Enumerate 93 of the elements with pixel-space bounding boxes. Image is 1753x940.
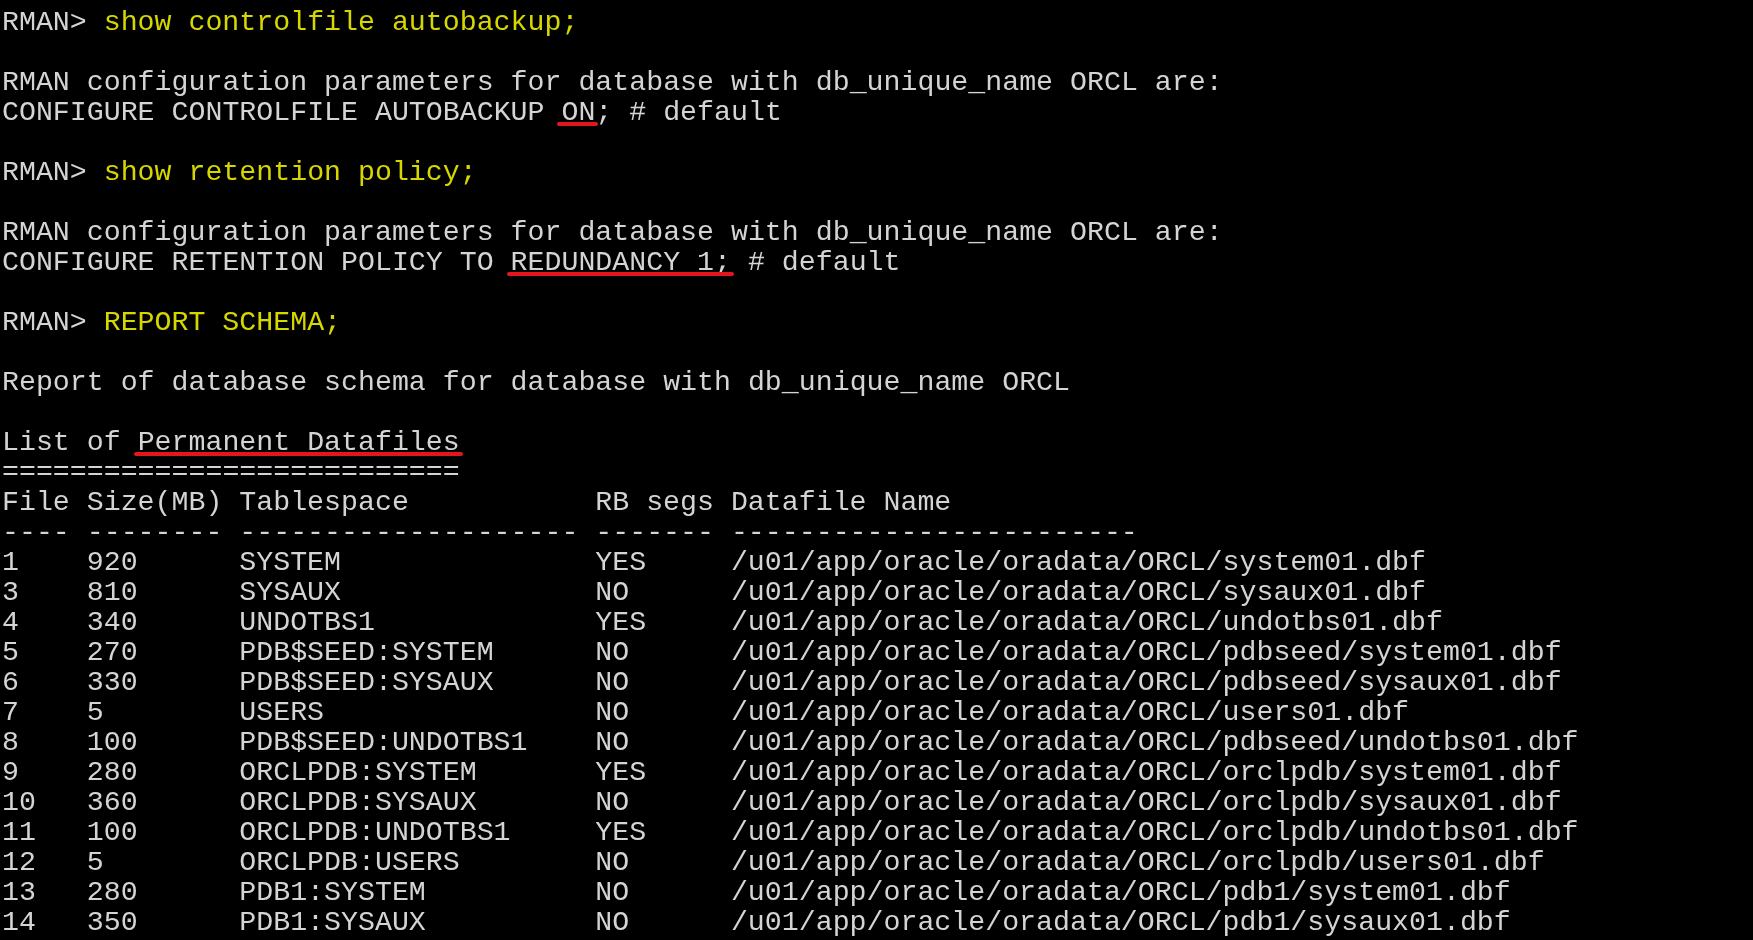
table-cell: PDB1:SYSAUX <box>239 907 426 937</box>
table-cell: 7 <box>2 697 19 727</box>
prompt-text: RMAN> <box>2 7 87 37</box>
table-cell: 9 <box>2 757 19 787</box>
table-cell: NO <box>595 787 630 817</box>
command-text: REPORT SCHEMA; <box>103 307 342 337</box>
table-cell: /u01/app/oracle/oradata/ORCL/users01.dbf <box>730 697 1410 727</box>
table-cell: /u01/app/oracle/oradata/ORCL/orclpdb/undotbs01.dbf <box>730 817 1579 847</box>
output-text: # default <box>746 246 901 278</box>
table-cell: /u01/app/oracle/oradata/ORCL/system01.dbf <box>730 547 1426 577</box>
table-cell: 4 <box>2 607 19 637</box>
table-cell: PDB$SEED:SYSAUX <box>239 667 494 697</box>
table-cell: PDB$SEED:SYSTEM <box>239 637 494 667</box>
table-cell: NO <box>595 877 630 907</box>
column-header: Datafile Name <box>730 487 952 517</box>
table-cell: 13 <box>2 877 36 907</box>
table-cell: 100 <box>86 727 138 757</box>
table-cell: 5 <box>2 637 19 667</box>
dash-rule: ---- <box>2 517 70 547</box>
table-cell: 1 <box>2 547 19 577</box>
table-cell: 360 <box>86 787 138 817</box>
table-cell: 5 <box>86 847 104 877</box>
table-cell: 350 <box>86 907 138 937</box>
table-cell: NO <box>595 697 630 727</box>
table-cell: YES <box>595 817 647 847</box>
table-cell: 270 <box>86 637 138 667</box>
prompt-text: RMAN> <box>2 307 87 337</box>
table-cell: ORCLPDB:SYSAUX <box>239 787 477 817</box>
dash-rule: -------------------- <box>239 517 579 547</box>
table-cell: /u01/app/oracle/oradata/ORCL/undotbs01.dbf <box>730 607 1443 637</box>
table-cell: SYSAUX <box>239 577 342 607</box>
output-text: CONFIGURE RETENTION POLICY TO <box>2 246 495 278</box>
output-text: RMAN configuration parameters for database with db_unique_name ORCL are: <box>2 66 1223 98</box>
table-cell: 280 <box>86 757 138 787</box>
table-cell: 5 <box>86 697 104 727</box>
prompt-text: RMAN> <box>2 157 87 187</box>
table-cell: PDB$SEED:UNDOTBS1 <box>239 727 528 757</box>
output-text: RMAN configuration parameters for database with db_unique_name ORCL are: <box>2 216 1223 248</box>
table-cell: /u01/app/oracle/oradata/ORCL/sysaux01.dbf <box>730 577 1426 607</box>
table-cell: /u01/app/oracle/oradata/ORCL/orclpdb/sysaux01.dbf <box>730 787 1562 817</box>
table-cell: 920 <box>86 547 138 577</box>
table-cell: 340 <box>86 607 138 637</box>
table-cell: 10 <box>2 787 36 817</box>
table-cell: 100 <box>86 817 138 847</box>
table-cell: NO <box>595 847 630 877</box>
output-text: ; # default <box>595 96 782 128</box>
table-cell: YES <box>595 757 647 787</box>
table-cell: NO <box>595 577 630 607</box>
underlined-text: REDUNDANCY 1; <box>510 246 731 278</box>
table-cell: /u01/app/oracle/oradata/ORCL/pdb1/system01.dbf <box>730 877 1511 907</box>
output-text: CONFIGURE CONTROLFILE AUTOBACKUP <box>2 96 546 128</box>
output-text: List of <box>2 426 122 458</box>
column-header: RB segs <box>595 487 714 517</box>
table-cell: NO <box>595 667 630 697</box>
output-text: Report of database schema for database with db_unique_name ORCL <box>2 366 1071 398</box>
table-cell: 280 <box>86 877 138 907</box>
table-cell: YES <box>595 607 647 637</box>
table-cell: 810 <box>86 577 138 607</box>
table-cell: ORCLPDB:SYSTEM <box>239 757 477 787</box>
table-cell: 12 <box>2 847 36 877</box>
table-cell: ORCLPDB:UNDOTBS1 <box>239 817 511 847</box>
table-cell: 3 <box>2 577 19 607</box>
table-cell: 8 <box>2 727 19 757</box>
table-cell: PDB1:SYSTEM <box>239 877 426 907</box>
table-cell: NO <box>595 907 630 937</box>
table-cell: /u01/app/oracle/oradata/ORCL/orclpdb/users01.dbf <box>730 847 1545 877</box>
column-header: File <box>2 487 70 517</box>
dash-rule: ------------------------ <box>730 517 1138 547</box>
table-cell: /u01/app/oracle/oradata/ORCL/orclpdb/system01.dbf <box>730 757 1562 787</box>
underlined-text: Permanent Datafiles <box>137 426 460 458</box>
table-cell: NO <box>595 637 630 667</box>
table-cell: /u01/app/oracle/oradata/ORCL/pdbseed/sysaux01.dbf <box>730 667 1562 697</box>
table-cell: 330 <box>86 667 138 697</box>
underlined-text: ON <box>561 96 596 128</box>
table-cell: 14 <box>2 907 36 937</box>
command-text: show retention policy; <box>103 157 477 187</box>
table-cell: /u01/app/oracle/oradata/ORCL/pdbseed/undotbs01.dbf <box>730 727 1579 757</box>
table-cell: /u01/app/oracle/oradata/ORCL/pdbseed/system01.dbf <box>730 637 1562 667</box>
command-text: show controlfile autobackup; <box>103 7 579 37</box>
table-cell: YES <box>595 547 647 577</box>
table-cell: SYSTEM <box>239 547 342 577</box>
table-cell: 11 <box>2 817 36 847</box>
table-cell: ORCLPDB:USERS <box>239 847 460 877</box>
equals-rule: =========================== <box>2 457 460 487</box>
table-cell: /u01/app/oracle/oradata/ORCL/pdb1/sysaux01.dbf <box>730 907 1511 937</box>
table-cell: 6 <box>2 667 19 697</box>
table-cell: UNDOTBS1 <box>239 607 375 637</box>
table-cell: USERS <box>239 697 325 727</box>
dash-rule: ------- <box>595 517 714 547</box>
dash-rule: -------- <box>86 517 223 547</box>
column-header: Size(MB) <box>86 487 223 517</box>
table-cell: NO <box>595 727 630 757</box>
column-header: Tablespace <box>239 487 409 517</box>
